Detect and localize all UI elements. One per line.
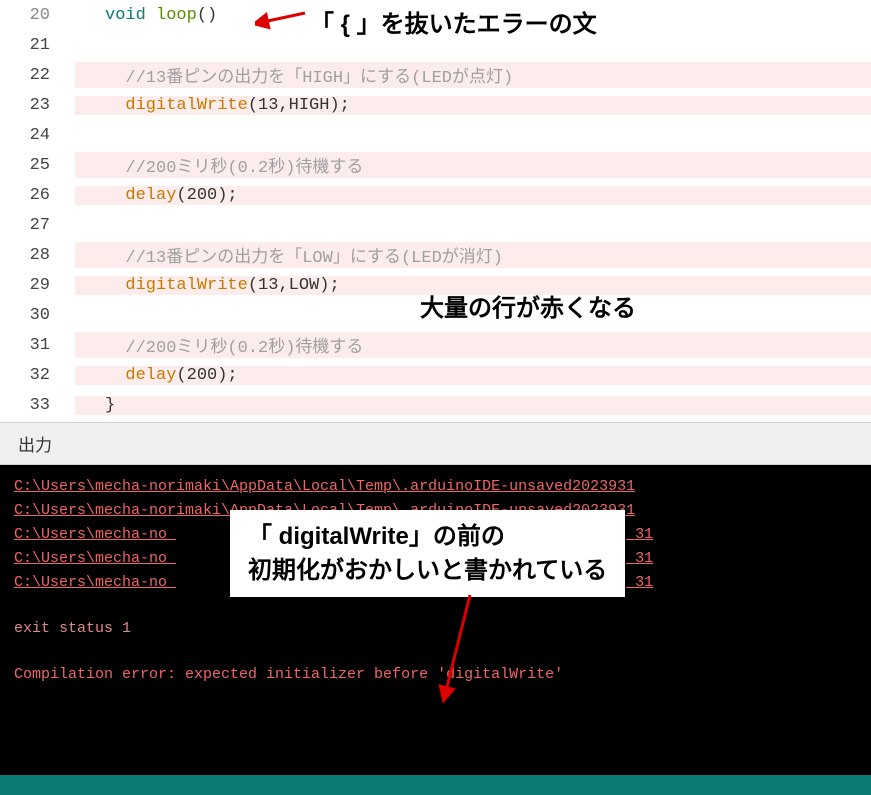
code-content[interactable]: digitalWrite(13,LOW); [75, 276, 871, 295]
line-number: 21 [0, 36, 75, 55]
line-number: 30 [0, 306, 75, 325]
code-line[interactable]: 28 //13番ピンの出力を「LOW」にする(LEDが消灯) [0, 240, 871, 270]
code-line[interactable]: 29 digitalWrite(13,LOW); [0, 270, 871, 300]
code-line[interactable]: 33} [0, 390, 871, 420]
line-number: 27 [0, 216, 75, 235]
code-content[interactable]: digitalWrite(13,HIGH); [75, 96, 871, 115]
code-line[interactable]: 24 [0, 120, 871, 150]
line-number: 29 [0, 276, 75, 295]
code-line[interactable]: 23 digitalWrite(13,HIGH); [0, 90, 871, 120]
line-number: 23 [0, 96, 75, 115]
console-error-path: C:\Users\mecha-no rimaki\AppData\Local\T… [14, 523, 857, 547]
code-content[interactable]: delay(200); [75, 186, 871, 205]
code-line[interactable]: 26 delay(200); [0, 180, 871, 210]
line-number: 26 [0, 186, 75, 205]
code-line[interactable]: 21 [0, 30, 871, 60]
code-content[interactable]: delay(200); [75, 366, 871, 385]
console-exit-status: exit status 1 [14, 617, 857, 641]
console-compilation-error: Compilation error: expected initializer … [14, 663, 857, 687]
code-content[interactable]: //200ミリ秒(0.2秒)待機する [75, 152, 871, 178]
code-content[interactable]: //13番ピンの出力を「HIGH」にする(LEDが点灯) [75, 62, 871, 88]
code-editor[interactable]: 20void loop()2122 //13番ピンの出力を「HIGH」にする(L… [0, 0, 871, 422]
code-line[interactable]: 20void loop() [0, 0, 871, 30]
status-bar [0, 775, 871, 795]
line-number: 32 [0, 366, 75, 385]
console-error-path: C:\Users\mecha-norimaki\AppData\Local\Te… [14, 499, 857, 523]
code-line[interactable]: 30 [0, 300, 871, 330]
console-output[interactable]: C:\Users\mecha-norimaki\AppData\Local\Te… [0, 465, 871, 775]
line-number: 22 [0, 66, 75, 85]
line-number: 31 [0, 336, 75, 355]
code-content[interactable]: //13番ピンの出力を「LOW」にする(LEDが消灯) [75, 242, 871, 268]
console-error-path: C:\Users\mecha-norimaki\AppData\Local\Te… [14, 475, 857, 499]
code-line[interactable]: 27 [0, 210, 871, 240]
line-number: 33 [0, 396, 75, 415]
code-line[interactable]: 31 //200ミリ秒(0.2秒)待機する [0, 330, 871, 360]
code-content[interactable]: //200ミリ秒(0.2秒)待機する [75, 332, 871, 358]
code-content[interactable]: void loop() [75, 6, 871, 25]
line-number: 24 [0, 126, 75, 145]
console-error-path: C:\Users\mecha-no rimaki\AppData\Local\T… [14, 547, 857, 571]
line-number: 20 [0, 6, 75, 25]
console-error-path: C:\Users\mecha-no rimaki\AppData\Local\T… [14, 571, 857, 595]
code-line[interactable]: 22 //13番ピンの出力を「HIGH」にする(LEDが点灯) [0, 60, 871, 90]
output-tab[interactable]: 出力 [0, 422, 871, 465]
output-tab-label: 出力 [18, 436, 52, 455]
code-content[interactable]: } [75, 396, 871, 415]
line-number: 25 [0, 156, 75, 175]
code-line[interactable]: 32 delay(200); [0, 360, 871, 390]
code-line[interactable]: 25 //200ミリ秒(0.2秒)待機する [0, 150, 871, 180]
line-number: 28 [0, 246, 75, 265]
